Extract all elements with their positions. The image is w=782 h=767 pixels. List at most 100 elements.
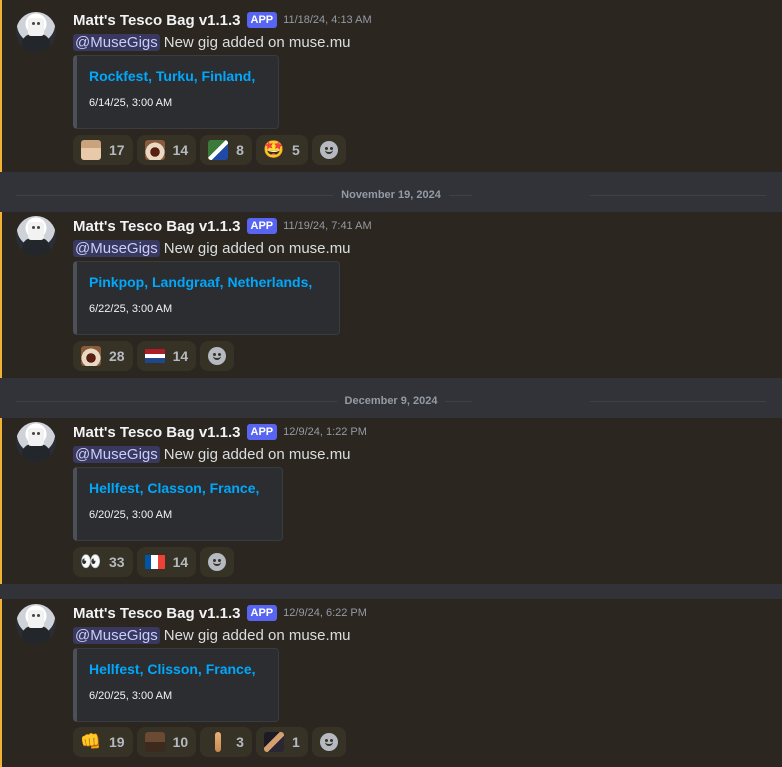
message: Matt's Tesco Bag v1.1.3 APP 12/9/24, 1:2… [0,418,782,584]
message-text: New gig added on muse.mu [163,445,351,463]
reaction-count: 17 [109,142,125,158]
app-tag: APP [246,218,278,234]
reaction-count: 10 [172,734,189,750]
finland-flag-custom-emoji-icon [208,140,229,160]
embed: Pinkpop, Landgraaf, Netherlands, 6/22/25… [73,261,340,335]
france-flag-emoji-icon [144,552,165,572]
reactions: 👊 19 10 3 1 [73,727,346,757]
add-reaction-button[interactable] [200,341,235,371]
timestamp[interactable]: 12/9/24, 1:22 PM [283,426,367,438]
message-content: @MuseGigs New gig added on muse.mu [73,443,351,465]
embed: Hellfest, Classon, France, 6/20/25, 3:00… [73,467,283,541]
message-header: Matt's Tesco Bag v1.1.3 APP 12/9/24, 6:2… [73,603,367,623]
embed: Hellfest, Clisson, France, 6/20/25, 3:00… [73,648,279,722]
message-content: @MuseGigs New gig added on muse.mu [73,237,351,259]
embed-date: 6/20/25, 3:00 AM [89,690,173,702]
username[interactable]: Matt's Tesco Bag v1.1.3 [73,605,241,622]
message-header: Matt's Tesco Bag v1.1.3 APP 11/19/24, 7:… [73,216,372,236]
reaction-count: 19 [109,734,125,750]
reaction[interactable]: 1 [255,727,308,757]
reaction-count: 14 [172,554,189,570]
reaction-count: 3 [236,734,244,750]
photo-custom-emoji-icon [144,732,165,752]
message-content: @MuseGigs New gig added on muse.mu [73,31,351,53]
reaction-count: 33 [109,554,125,570]
message-text: New gig added on muse.mu [163,626,351,644]
mention-highlight-bar [0,418,2,584]
reaction-count: 28 [109,348,125,364]
mention-highlight-bar [0,599,2,767]
embed-date: 6/14/25, 3:00 AM [89,97,173,109]
username[interactable]: Matt's Tesco Bag v1.1.3 [73,218,241,235]
add-reaction-icon [319,733,338,751]
mention-highlight-bar [0,0,2,172]
message: Matt's Tesco Bag v1.1.3 APP 12/9/24, 6:2… [0,599,782,767]
netherlands-flag-emoji-icon [144,346,165,366]
reaction[interactable]: 14 [136,547,197,577]
mention[interactable]: @MuseGigs [73,33,160,51]
timestamp[interactable]: 12/9/24, 6:22 PM [283,607,367,619]
fist-bump-emoji-icon: 👊 [80,732,102,751]
avatar[interactable] [16,12,56,52]
message-header: Matt's Tesco Bag v1.1.3 APP 11/18/24, 4:… [73,10,372,30]
add-reaction-icon [208,347,227,365]
reaction[interactable]: 10 [136,727,197,757]
bandage-custom-emoji-icon [208,732,228,752]
app-tag: APP [246,12,278,28]
date-divider-label: November 19, 2024 [333,189,449,201]
date-divider: November 19, 2024 [0,183,782,207]
mention[interactable]: @MuseGigs [73,239,160,257]
reaction[interactable]: 14 [136,341,197,371]
avatar[interactable] [16,422,56,462]
add-reaction-icon [319,141,338,159]
message: Matt's Tesco Bag v1.1.3 APP 11/19/24, 7:… [0,212,782,378]
reactions: 28 14 [73,341,235,371]
screaming-face-custom-emoji-icon [144,140,165,160]
reaction[interactable]: 🤩 5 [255,135,308,165]
reaction[interactable]: 👊 19 [73,727,133,757]
reaction[interactable]: 👀 33 [73,547,133,577]
avatar[interactable] [16,216,56,256]
embed-title-link[interactable]: Rockfest, Turku, Finland, [89,68,255,84]
guitarist-custom-emoji-icon [263,732,284,752]
add-reaction-button[interactable] [311,727,346,757]
reactions: 17 14 8 🤩 5 [73,135,346,165]
star-struck-emoji-icon: 🤩 [263,140,285,159]
embed-title-link[interactable]: Hellfest, Clisson, France, [89,661,256,677]
message-content: @MuseGigs New gig added on muse.mu [73,624,351,646]
screaming-face-custom-emoji-icon [81,346,101,366]
message-text: New gig added on muse.mu [163,239,351,257]
eyes-emoji-icon: 👀 [80,552,102,571]
timestamp[interactable]: 11/18/24, 4:13 AM [283,14,371,26]
reaction-count: 14 [172,142,189,158]
app-tag: APP [246,605,278,621]
mention[interactable]: @MuseGigs [73,626,160,644]
reaction[interactable]: 8 [200,135,252,165]
reaction[interactable]: 28 [73,341,133,371]
reaction-count: 5 [291,142,300,158]
add-reaction-icon [208,553,227,571]
mention-highlight-bar [0,212,2,378]
reaction[interactable]: 17 [73,135,133,165]
embed-title-link[interactable]: Pinkpop, Landgraaf, Netherlands, [89,274,312,290]
app-tag: APP [246,424,278,440]
reaction[interactable]: 3 [200,727,252,757]
man-face-custom-emoji-icon [81,140,101,160]
username[interactable]: Matt's Tesco Bag v1.1.3 [73,424,241,441]
add-reaction-button[interactable] [200,547,235,577]
reaction-count: 8 [236,142,244,158]
username[interactable]: Matt's Tesco Bag v1.1.3 [73,12,241,29]
message-text: New gig added on muse.mu [163,33,351,51]
mention[interactable]: @MuseGigs [73,445,160,463]
embed-title-link[interactable]: Hellfest, Classon, France, [89,480,259,496]
add-reaction-button[interactable] [311,135,346,165]
embed: Rockfest, Turku, Finland, 6/14/25, 3:00 … [73,55,279,129]
embed-date: 6/20/25, 3:00 AM [89,509,173,521]
message-feed: Matt's Tesco Bag v1.1.3 APP 11/18/24, 4:… [0,0,782,767]
timestamp[interactable]: 11/19/24, 7:41 AM [283,220,371,232]
reaction-count: 1 [291,734,300,750]
reaction[interactable]: 14 [136,135,197,165]
avatar[interactable] [16,604,56,644]
embed-date: 6/22/25, 3:00 AM [89,303,173,315]
date-divider: December 9, 2024 [0,389,782,413]
